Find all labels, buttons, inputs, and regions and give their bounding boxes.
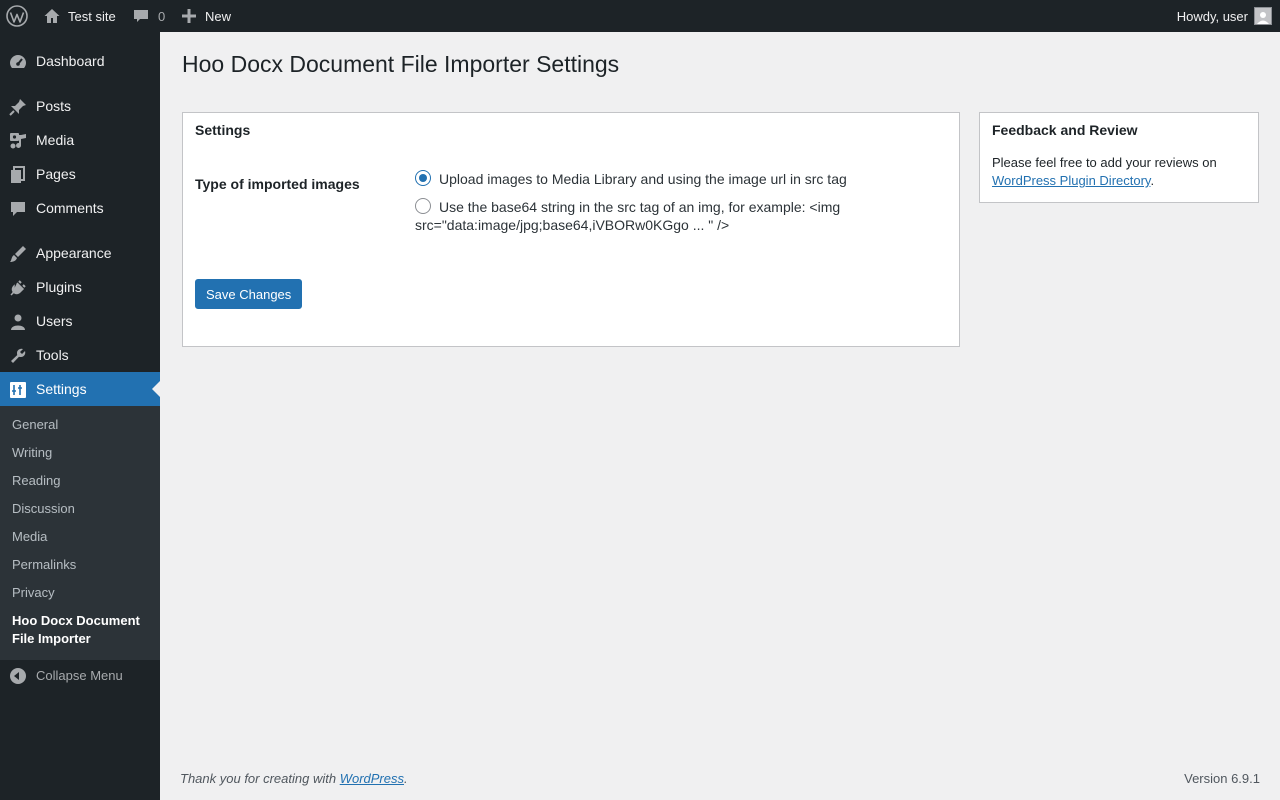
feedback-panel: Feedback and Review Please feel free to … bbox=[979, 112, 1259, 203]
settings-submenu: General Writing Reading Discussion Media… bbox=[0, 406, 160, 660]
pin-icon bbox=[8, 97, 28, 117]
menu-item-posts[interactable]: Posts bbox=[0, 89, 160, 123]
menu-label: Comments bbox=[36, 200, 104, 216]
plugin-directory-link[interactable]: WordPress Plugin Directory bbox=[992, 173, 1150, 188]
menu-item-dashboard[interactable]: Dashboard bbox=[0, 44, 160, 78]
radio-option-base64[interactable]: Use the base64 string in the src tag of … bbox=[415, 198, 935, 234]
menu-label: Appearance bbox=[36, 245, 112, 261]
dashboard-icon bbox=[8, 52, 28, 72]
menu-item-plugins[interactable]: Plugins bbox=[0, 270, 160, 304]
menu-label: Dashboard bbox=[36, 53, 105, 69]
new-label: New bbox=[205, 8, 232, 24]
save-changes-button[interactable]: Save Changes bbox=[195, 279, 303, 309]
radio-option-label: Use the base64 string in the src tag of … bbox=[415, 199, 841, 233]
pages-icon bbox=[8, 165, 28, 185]
submenu-item-reading[interactable]: Reading bbox=[12, 472, 152, 490]
feedback-text: Please feel free to add your reviews on … bbox=[992, 154, 1248, 190]
comment-icon bbox=[8, 199, 28, 219]
menu-item-comments[interactable]: Comments bbox=[0, 191, 160, 225]
radio-base64[interactable] bbox=[415, 198, 431, 214]
site-name-link[interactable]: Test site bbox=[43, 0, 116, 32]
menu-label: Pages bbox=[36, 166, 76, 182]
feedback-period: . bbox=[1150, 173, 1155, 188]
footer-thanks: Thank you for creating with WordPress. bbox=[180, 771, 408, 786]
wordpress-logo-icon[interactable] bbox=[6, 0, 28, 32]
menu-item-appearance[interactable]: Appearance bbox=[0, 236, 160, 270]
admin-bar: Test site 0 New Howdy, user bbox=[0, 0, 1280, 32]
comments-link[interactable]: 0 bbox=[133, 0, 165, 32]
submenu-item-privacy[interactable]: Privacy bbox=[12, 584, 152, 602]
submenu-item-hoo-docx[interactable]: Hoo Docx Document File Importer bbox=[12, 612, 148, 648]
comment-icon bbox=[133, 8, 149, 24]
radio-option-label: Upload images to Media Library and using… bbox=[439, 171, 847, 187]
menu-label: Tools bbox=[36, 347, 69, 363]
submenu-item-media[interactable]: Media bbox=[12, 528, 152, 546]
main-content: Hoo Docx Document File Importer Settings… bbox=[160, 32, 1280, 800]
radio-option-media-library[interactable]: Upload images to Media Library and using… bbox=[415, 170, 935, 188]
radio-media-library[interactable] bbox=[415, 170, 431, 186]
collapse-menu-label: Collapse Menu bbox=[36, 668, 123, 683]
comments-count: 0 bbox=[158, 8, 166, 24]
menu-item-media[interactable]: Media bbox=[0, 123, 160, 157]
menu-item-users[interactable]: Users bbox=[0, 304, 160, 338]
submenu-item-permalinks[interactable]: Permalinks bbox=[12, 556, 152, 574]
plus-icon bbox=[181, 8, 197, 24]
admin-sidebar: Dashboard Posts Media Pages Comments App… bbox=[0, 32, 160, 800]
settings-panel: Settings Type of imported images Upload … bbox=[182, 112, 960, 347]
footer-period: . bbox=[404, 771, 408, 786]
feedback-panel-title: Feedback and Review bbox=[992, 122, 1138, 138]
settings-icon bbox=[8, 380, 28, 400]
menu-label: Posts bbox=[36, 98, 72, 114]
user-icon bbox=[8, 312, 28, 332]
menu-label: Settings bbox=[36, 381, 87, 397]
media-icon bbox=[8, 131, 28, 151]
menu-label: Plugins bbox=[36, 279, 82, 295]
new-content-link[interactable]: New bbox=[181, 0, 231, 32]
account-menu[interactable]: Howdy, user bbox=[1177, 0, 1272, 32]
submenu-item-discussion[interactable]: Discussion bbox=[12, 500, 152, 518]
footer-thanks-text: Thank you for creating with bbox=[180, 771, 340, 786]
menu-label: Users bbox=[36, 313, 73, 329]
feedback-body: Please feel free to add your reviews on bbox=[992, 155, 1217, 170]
menu-label: Media bbox=[36, 132, 75, 148]
image-type-label: Type of imported images bbox=[195, 176, 360, 192]
submenu-item-writing[interactable]: Writing bbox=[12, 444, 152, 462]
page-title: Hoo Docx Document File Importer Settings bbox=[182, 51, 620, 77]
footer-version: Version 6.9.1 bbox=[1184, 771, 1260, 786]
brush-icon bbox=[8, 244, 28, 264]
howdy-label: Howdy, user bbox=[1176, 8, 1248, 24]
menu-item-settings[interactable]: Settings bbox=[0, 372, 160, 406]
home-icon bbox=[43, 7, 61, 25]
settings-panel-title: Settings bbox=[195, 122, 251, 138]
collapse-arrow-icon bbox=[10, 668, 26, 684]
current-menu-arrow bbox=[152, 381, 160, 397]
plugin-icon bbox=[8, 278, 28, 298]
wordpress-link[interactable]: WordPress bbox=[340, 771, 404, 786]
menu-item-pages[interactable]: Pages bbox=[0, 157, 160, 191]
menu-item-tools[interactable]: Tools bbox=[0, 338, 160, 372]
collapse-menu-button[interactable]: Collapse Menu bbox=[0, 666, 160, 686]
wrench-icon bbox=[8, 346, 28, 366]
site-name-label: Test site bbox=[68, 8, 116, 24]
avatar bbox=[1254, 7, 1272, 25]
submenu-item-general[interactable]: General bbox=[12, 416, 152, 434]
